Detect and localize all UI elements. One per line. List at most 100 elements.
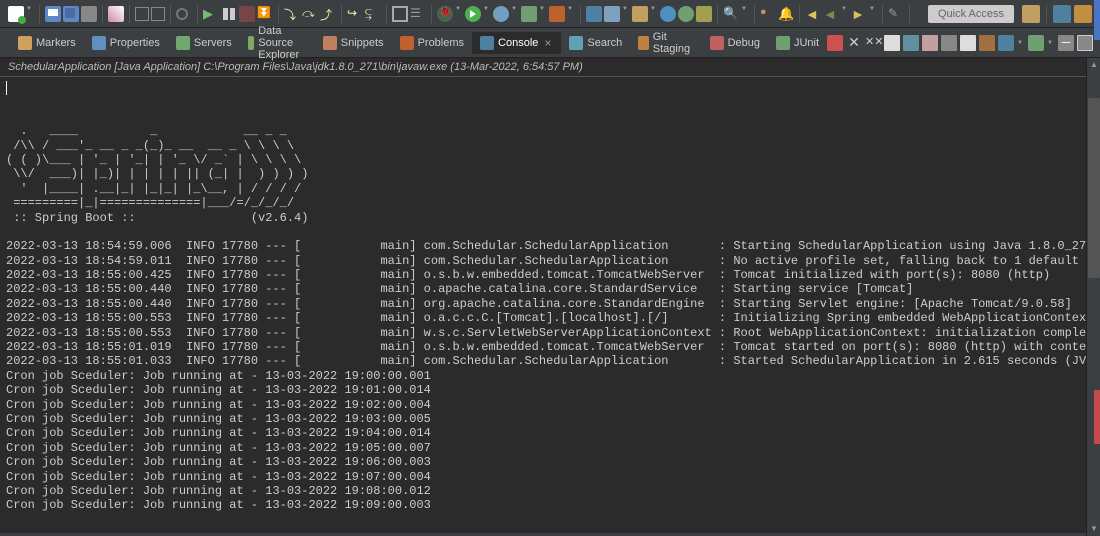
stepfilter-icon[interactable]: ⥹ (365, 6, 381, 22)
remove-launch-icon[interactable]: ✕ (846, 35, 862, 51)
tab-markers[interactable]: Markers (10, 32, 84, 54)
pin-editor-icon[interactable]: ✎ (888, 6, 904, 22)
dropdown-cons-icon[interactable]: ▼ (1017, 40, 1025, 46)
saveall-icon[interactable] (63, 6, 79, 22)
new-pkg-icon[interactable] (632, 6, 648, 22)
resume-icon[interactable]: ▶ (203, 6, 219, 22)
tab-snippets[interactable]: Snippets (315, 32, 392, 54)
tab-label: Snippets (341, 37, 384, 49)
toolbar-divider (754, 5, 755, 23)
open-perspective-icon[interactable] (1022, 5, 1040, 23)
dropdown-2-icon[interactable]: ▼ (455, 6, 463, 22)
wordwrap-icon[interactable] (960, 35, 976, 51)
dropdown-9-icon[interactable]: ▼ (741, 6, 749, 22)
run-launch-icon[interactable] (465, 6, 481, 22)
nav-next-icon[interactable]: ► (851, 6, 867, 22)
ruler-marker-blue (1094, 0, 1100, 40)
display-console-icon[interactable] (998, 35, 1014, 51)
scroll-cons-icon[interactable] (903, 35, 919, 51)
dropdown-5-icon[interactable]: ▼ (539, 6, 547, 22)
nav-fwd-icon[interactable]: ◄ (823, 6, 839, 22)
print-icon[interactable] (81, 6, 97, 22)
runserver-icon[interactable] (521, 6, 537, 22)
terminate-icon[interactable] (239, 6, 255, 22)
toolbar-divider (882, 5, 883, 23)
minimize-view-icon[interactable]: ─ (1058, 35, 1074, 51)
new-srv-icon[interactable] (586, 6, 602, 22)
dropdown-6-icon[interactable]: ▼ (567, 6, 575, 22)
overview-ruler (1094, 0, 1100, 536)
java-perspective-icon[interactable] (1053, 5, 1071, 23)
dropdown-11-icon[interactable]: ▼ (869, 6, 877, 22)
togglebrk2-icon[interactable]: 🔔 (778, 6, 794, 22)
quick-access-box[interactable]: Quick Access (928, 5, 1014, 23)
new-class-icon[interactable] (604, 6, 620, 22)
toolbar-divider (1046, 5, 1047, 23)
maximize-view-icon[interactable] (1077, 35, 1093, 51)
dropdown-8-icon[interactable]: ▼ (650, 6, 658, 22)
snippets-icon (323, 36, 337, 50)
dropdown-3-icon[interactable]: ▼ (483, 6, 491, 22)
frame-select-icon[interactable] (392, 6, 408, 22)
stepreturn-icon[interactable]: ⤴ (320, 6, 336, 22)
dropdown-10-icon[interactable]: ▼ (841, 6, 849, 22)
new-console-icon[interactable] (1028, 35, 1044, 51)
new-if-icon[interactable] (696, 6, 712, 22)
open-type-icon[interactable] (135, 7, 149, 21)
new-enum-icon[interactable] (678, 6, 694, 22)
close-tab-icon[interactable]: × (542, 36, 553, 50)
dropdown-4-icon[interactable]: ▼ (511, 6, 519, 22)
debug-launch-icon[interactable]: 🐞 (437, 6, 453, 22)
tab-servers[interactable]: Servers (168, 32, 240, 54)
stepinto-icon[interactable]: ⤵ (284, 6, 300, 22)
togglebrk-icon[interactable]: ● (760, 6, 776, 22)
process-label: SchedularApplication [Java Application] … (0, 58, 1100, 77)
build-icon[interactable] (108, 6, 124, 22)
datasource-icon (248, 36, 254, 50)
showstd-icon[interactable] (922, 35, 938, 51)
console-icon (480, 36, 494, 50)
toolbar-divider (580, 5, 581, 23)
console-output[interactable]: . ____ _ __ _ _ /\\ / ___'_ __ _ _(_)_ _… (0, 77, 1100, 533)
tab-debug[interactable]: Debug (702, 32, 768, 54)
tab-label: Problems (418, 37, 464, 49)
scroll-lock-icon[interactable] (941, 35, 957, 51)
tab-search[interactable]: Search (561, 32, 630, 54)
droptoframe-icon[interactable]: ↪ (347, 6, 363, 22)
tab-console[interactable]: Console × (472, 32, 561, 54)
dropdown-new-cons-icon[interactable]: ▼ (1047, 40, 1055, 46)
toolbar-divider (102, 5, 103, 23)
dropdown-7-icon[interactable]: ▼ (622, 6, 630, 22)
clear-console-icon[interactable] (884, 35, 900, 51)
toolbar-divider (909, 5, 910, 23)
nav-back-icon[interactable]: ◄ (805, 6, 821, 22)
dropdown-1-icon[interactable]: ▼ (26, 6, 34, 22)
tab-datasource[interactable]: Data Source Explorer (240, 21, 315, 65)
markers-icon (18, 36, 32, 50)
frame-drop-icon[interactable]: ☰ (410, 6, 426, 22)
tab-junit[interactable]: JUnit (768, 32, 827, 54)
save-icon[interactable] (45, 6, 61, 22)
toolbar-divider (386, 5, 387, 23)
pin-console-icon[interactable] (979, 35, 995, 51)
new-ann-icon[interactable] (660, 6, 676, 22)
suspend-icon[interactable] (221, 6, 237, 22)
external-icon[interactable] (549, 6, 565, 22)
tab-problems[interactable]: Problems (392, 32, 472, 54)
tab-git-staging[interactable]: Git Staging (630, 27, 701, 59)
tab-label: Console (498, 37, 538, 49)
tab-properties[interactable]: Properties (84, 32, 168, 54)
terminate-console-icon[interactable] (827, 35, 843, 51)
debug-perspective-icon[interactable] (1074, 5, 1092, 23)
stepover-icon[interactable]: ⤼ (302, 6, 318, 22)
skip-brk-icon[interactable] (176, 6, 192, 22)
tab-label: Markers (36, 37, 76, 49)
search-toolbar-icon[interactable]: 🔍 (723, 6, 739, 22)
disconnect-icon[interactable]: ⏬ (257, 6, 273, 22)
coverage-icon[interactable] (493, 6, 509, 22)
toolbar-divider (341, 5, 342, 23)
text-cursor (6, 81, 7, 95)
new-icon[interactable] (8, 6, 24, 22)
remove-all-launch-icon[interactable]: ✕✕ (865, 35, 881, 51)
open-task-icon[interactable] (151, 7, 165, 21)
